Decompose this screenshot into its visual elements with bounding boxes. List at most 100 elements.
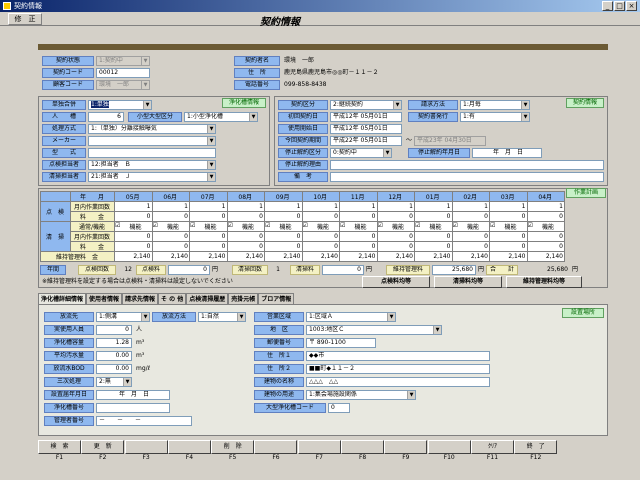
plan-cell[interactable]: 0 xyxy=(151,211,190,222)
stop-type-select[interactable]: 0:契約中 ▼ xyxy=(330,148,392,158)
discharge-method-select[interactable]: 1:自然 ▼ xyxy=(198,312,246,322)
district-select[interactable]: 1003:地区Ｃ ▼ xyxy=(306,325,442,335)
plan-cell[interactable]: 0 xyxy=(226,241,265,252)
contract-issue-select[interactable]: 1:有 ▼ xyxy=(460,112,530,122)
plan-cell[interactable]: 1 xyxy=(189,201,228,212)
plan-cell[interactable]: 0 xyxy=(264,211,303,222)
method-select[interactable]: 1:（単独）分離接触曝気 ▼ xyxy=(88,124,216,134)
checkbox-icon[interactable]: ☑ xyxy=(303,223,308,230)
tab-billing-info[interactable]: 請求先情報 xyxy=(122,293,159,304)
inspector-select[interactable]: 12:担当者 Ｂ ▼ xyxy=(88,160,216,170)
plan-cell[interactable]: ☑ 機能 xyxy=(114,221,153,232)
plan-cell[interactable]: 2,140 xyxy=(526,251,565,262)
clean-fee-field[interactable]: 0 xyxy=(322,265,364,275)
plan-cell[interactable]: 2,140 xyxy=(189,251,228,262)
size-class-select[interactable]: 1:小型浄化槽 ▼ xyxy=(184,112,258,122)
fkey-button-f11[interactable]: ｸﾘｱ xyxy=(470,440,514,454)
plan-cell[interactable]: 0 xyxy=(451,231,490,242)
plan-cell[interactable]: 0 xyxy=(451,211,490,222)
plan-cell[interactable]: ☑ 機能 xyxy=(489,221,528,232)
checkbox-icon[interactable]: ☑ xyxy=(415,223,420,230)
fkey-button-f8[interactable] xyxy=(341,440,385,454)
plan-cell[interactable]: 2,140 xyxy=(264,251,303,262)
plan-cell[interactable]: ☑ 機能 xyxy=(376,221,415,232)
plan-cell[interactable]: 0 xyxy=(451,241,490,252)
discharge-select[interactable]: 1:側溝 ▼ xyxy=(96,312,150,322)
fkey-button-f1[interactable]: 検 索 xyxy=(38,440,81,454)
close-button[interactable]: × xyxy=(626,1,637,11)
inspect-fee-field[interactable]: 0 xyxy=(168,265,210,275)
fkey-button-f5[interactable]: 削 除 xyxy=(211,440,255,454)
fkey-button-f3[interactable] xyxy=(124,440,168,454)
plan-cell[interactable]: ☑ 機能 xyxy=(264,221,303,232)
plan-cell[interactable]: 0 xyxy=(264,241,303,252)
billing-select[interactable]: 1:月毎 ▼ xyxy=(460,100,530,110)
plan-cell[interactable]: 0 xyxy=(189,231,228,242)
plan-cell[interactable]: 0 xyxy=(114,211,153,222)
zip-field[interactable]: 〒 890-1100 xyxy=(306,338,376,348)
tab-blower[interactable]: ブロア情報 xyxy=(258,293,295,304)
plan-cell[interactable]: ☑ 機能 xyxy=(189,221,228,232)
tertiary-select[interactable]: 2:無 ▼ xyxy=(96,377,132,387)
plan-cell[interactable]: 1 xyxy=(376,201,415,212)
plan-cell[interactable]: 0 xyxy=(114,231,153,242)
checkbox-icon[interactable]: ☑ xyxy=(490,223,495,230)
checkbox-icon[interactable]: ☑ xyxy=(378,223,383,230)
building-use-select[interactable]: 1:集会場施設関係 ▼ xyxy=(306,390,416,400)
checkbox-icon[interactable]: ☑ xyxy=(228,223,233,230)
checkbox-icon[interactable]: ☑ xyxy=(340,223,345,230)
plan-cell[interactable]: 0 xyxy=(151,231,190,242)
equalize-clean-button[interactable]: 清掃料均等 xyxy=(434,276,502,288)
plan-cell[interactable]: 0 xyxy=(301,241,340,252)
plan-cell[interactable]: 0 xyxy=(414,241,453,252)
plan-cell[interactable]: ☑ 機能 xyxy=(301,221,340,232)
equalize-inspect-button[interactable]: 点検料均等 xyxy=(362,276,430,288)
volume-field[interactable]: 1.28 xyxy=(96,338,132,348)
plan-cell[interactable]: ☑ 機能 xyxy=(414,221,453,232)
address2-field[interactable]: ■■町◆１１－２ xyxy=(306,364,490,374)
plan-cell[interactable]: ☑ 機能 xyxy=(151,221,190,232)
large-tank-code-field[interactable]: 0 xyxy=(328,403,350,413)
customer-code-select[interactable]: 環境 一郎 ▼ xyxy=(96,80,150,90)
start-date-field[interactable]: 平成12年 05月01日 xyxy=(330,124,402,134)
sales-area-select[interactable]: 1:区域Ａ ▼ xyxy=(306,312,396,322)
contract-status-select[interactable]: 1:契約中 ▼ xyxy=(96,56,150,66)
plan-cell[interactable]: 2,140 xyxy=(226,251,265,262)
plan-cell[interactable]: 1 xyxy=(226,201,265,212)
plan-cell[interactable]: 0 xyxy=(189,211,228,222)
plan-cell[interactable]: 2,140 xyxy=(414,251,453,262)
plan-cell[interactable]: 1 xyxy=(151,201,190,212)
tank-type-select[interactable]: 1:単独 ▼ xyxy=(88,100,152,110)
plan-cell[interactable]: 2,140 xyxy=(339,251,378,262)
fkey-button-f7[interactable] xyxy=(297,440,341,454)
plan-cell[interactable]: 2,140 xyxy=(151,251,190,262)
install-date-field[interactable]: 年 月 日 xyxy=(96,390,170,400)
tab-other[interactable]: そ の 他 xyxy=(158,293,187,304)
plan-cell[interactable]: 0 xyxy=(226,211,265,222)
tab-history[interactable]: 点検清掃履歴 xyxy=(186,293,229,304)
tab-ledger[interactable]: 売掛元帳 xyxy=(228,293,259,304)
fkey-button-f12[interactable]: 終 了 xyxy=(514,440,558,454)
actual-users-field[interactable]: 0 xyxy=(96,325,132,335)
plan-cell[interactable]: 0 xyxy=(526,231,565,242)
fkey-button-f2[interactable]: 更 新 xyxy=(81,440,125,454)
plan-cell[interactable]: 0 xyxy=(114,241,153,252)
contract-code-field[interactable]: 00012 xyxy=(96,68,150,78)
plan-cell[interactable]: 1 xyxy=(526,201,565,212)
plan-cell[interactable]: 0 xyxy=(526,241,565,252)
plan-cell[interactable]: 0 xyxy=(151,241,190,252)
cleaner-select[interactable]: 21:担当者 Ｊ ▼ xyxy=(88,172,216,182)
stop-date-field[interactable]: 年 月 日 xyxy=(472,148,542,158)
fkey-button-f6[interactable] xyxy=(254,440,298,454)
contract-type-select[interactable]: 2:継続契約 ▼ xyxy=(330,100,402,110)
plan-cell[interactable]: 1 xyxy=(264,201,303,212)
plan-cell[interactable]: 1 xyxy=(489,201,528,212)
plan-cell[interactable]: 1 xyxy=(301,201,340,212)
plan-cell[interactable]: 0 xyxy=(264,231,303,242)
checkbox-icon[interactable]: ☑ xyxy=(528,223,533,230)
checkbox-icon[interactable]: ☑ xyxy=(453,223,458,230)
checkbox-icon[interactable]: ☑ xyxy=(190,223,195,230)
plan-cell[interactable]: 0 xyxy=(339,231,378,242)
persons-field[interactable]: 6 xyxy=(88,112,124,122)
stop-reason-field[interactable] xyxy=(330,160,604,170)
